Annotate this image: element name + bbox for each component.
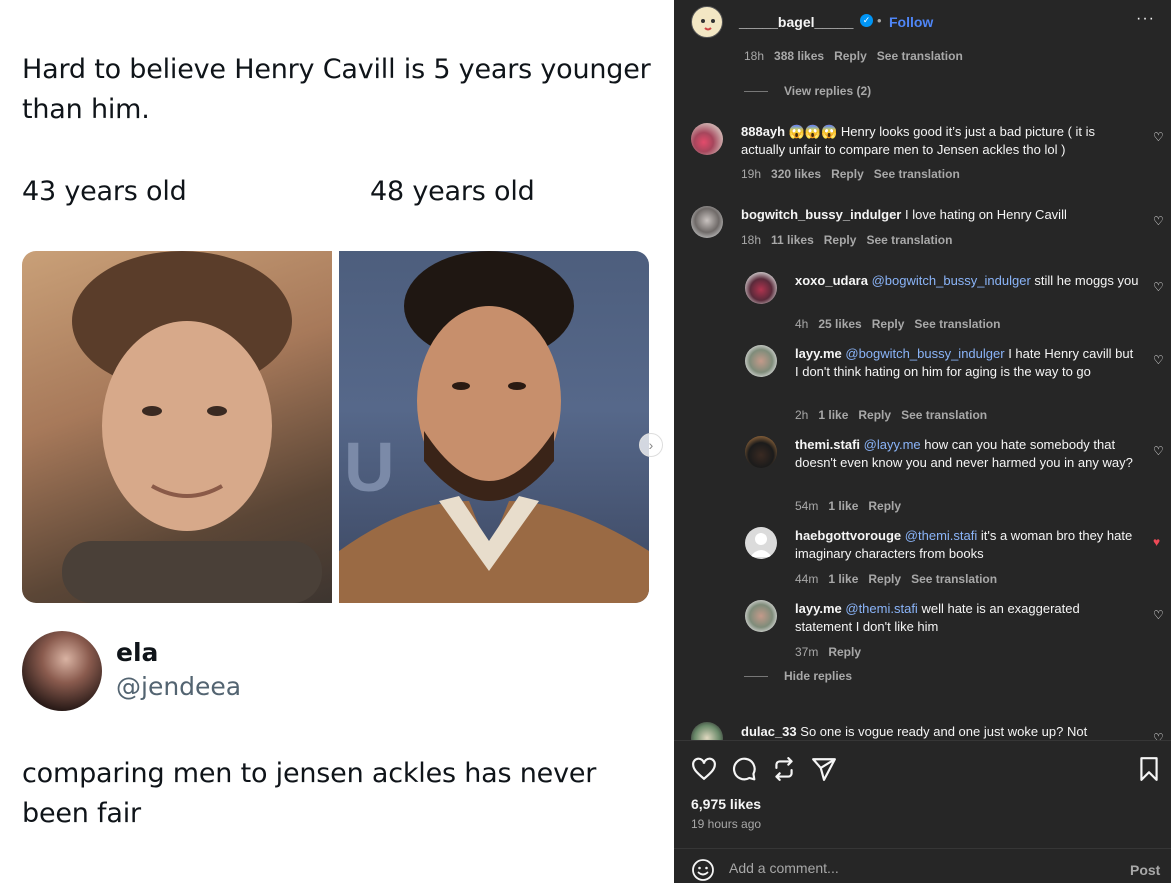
mention-link[interactable]: @bogwitch_bussy_indulger	[845, 346, 1004, 361]
default-avatar-icon	[750, 533, 772, 557]
comment-text: layy.me @bogwitch_bussy_indulger I hate …	[795, 346, 1134, 379]
reply-button[interactable]: Reply	[868, 572, 901, 586]
separator-dot: •	[877, 13, 882, 28]
comment-text: 888ayh 😱😱😱 Henry looks good it’s just a …	[741, 124, 1096, 157]
reply-button[interactable]: Reply	[824, 233, 857, 247]
post-button[interactable]: Post	[1130, 862, 1160, 878]
like-heart-icon[interactable]	[691, 756, 717, 782]
follow-button[interactable]: Follow	[889, 14, 933, 30]
comment-username[interactable]: layy.me	[795, 346, 842, 361]
avatar	[22, 631, 102, 711]
comment-username[interactable]: themi.stafi	[795, 437, 860, 452]
like-heart-icon[interactable]: ♡	[1153, 280, 1164, 294]
avatar[interactable]	[745, 345, 777, 377]
see-translation-button[interactable]: See translation	[901, 408, 987, 422]
see-translation-button[interactable]: See translation	[914, 317, 1000, 331]
reply-button[interactable]: Reply	[828, 645, 861, 659]
reply-button[interactable]: Reply	[831, 167, 864, 181]
comment-username[interactable]: dulac_33	[741, 724, 797, 739]
like-heart-icon[interactable]: ♡	[1153, 608, 1164, 622]
see-translation-button[interactable]: See translation	[911, 572, 997, 586]
verified-icon: ✓	[860, 14, 873, 27]
emoji-text: 😱😱😱	[788, 124, 838, 139]
age-label-left: 43 years old	[22, 176, 187, 207]
likes-count[interactable]: 6,975 likes	[691, 796, 761, 812]
reply-button[interactable]: Reply	[834, 49, 867, 63]
like-heart-icon[interactable]: ♡	[1153, 130, 1164, 144]
tweet-top-text: Hard to believe Henry Cavill is 5 years …	[22, 54, 651, 125]
comment-input[interactable]	[729, 857, 1109, 879]
age-label-right: 48 years old	[370, 176, 535, 207]
see-translation-button[interactable]: See translation	[877, 49, 963, 63]
comment-meta: 18h 388 likes Reply See translation	[744, 49, 963, 63]
like-heart-icon[interactable]: ♡	[1153, 731, 1164, 740]
mention-link[interactable]: @themi.stafi	[905, 528, 977, 543]
avatar[interactable]	[745, 600, 777, 632]
reply-name: ela	[116, 638, 159, 667]
comment-username[interactable]: bogwitch_bussy_indulger	[741, 207, 901, 222]
avatar[interactable]	[745, 272, 777, 304]
comment-text: themi.stafi @layy.me how can you hate so…	[795, 437, 1133, 470]
comment-text: bogwitch_bussy_indulger I love hating on…	[741, 207, 1067, 222]
comment-meta: 19h 320 likes Reply See translation	[741, 167, 960, 181]
comment-meta: 18h 11 likes Reply See translation	[741, 233, 953, 247]
comment-text: dulac_33 So one is vogue ready and one j…	[741, 724, 1088, 739]
comment-meta: 37m Reply	[795, 645, 862, 659]
share-icon[interactable]	[811, 756, 837, 782]
tweet-bottom-text: comparing men to jensen ackles has never…	[22, 758, 597, 829]
see-translation-button[interactable]: See translation	[874, 167, 960, 181]
reply-button[interactable]: Reply	[858, 408, 891, 422]
comment-meta: 4h 25 likes Reply See translation	[795, 317, 1001, 331]
photo-right: U	[339, 251, 649, 603]
avatar[interactable]	[745, 527, 777, 559]
comment-meta: 2h 1 like Reply See translation	[795, 408, 988, 422]
comment-text: xoxo_udara @bogwitch_bussy_indulger stil…	[795, 273, 1139, 288]
post-header: _____bagel_____ ✓ • Follow ···	[674, 0, 1171, 44]
comment-username[interactable]: 888ayh	[741, 124, 785, 139]
reply-button[interactable]: Reply	[868, 499, 901, 513]
reply-handle: @jendeea	[116, 672, 242, 701]
add-comment-bar: Post	[674, 848, 1171, 883]
header-username[interactable]: _____bagel_____	[739, 14, 853, 30]
more-options-icon[interactable]: ···	[1136, 10, 1155, 28]
avatar[interactable]	[745, 436, 777, 468]
mention-link[interactable]: @layy.me	[864, 437, 921, 452]
hide-replies-button[interactable]: Hide replies	[744, 669, 852, 683]
comment-username[interactable]: layy.me	[795, 601, 842, 616]
photo-left	[22, 251, 332, 603]
avatar[interactable]	[691, 206, 723, 238]
comment-meta: 44m 1 like Reply See translation	[795, 572, 998, 586]
avatar[interactable]	[691, 6, 723, 38]
view-replies-button[interactable]: View replies (2)	[744, 84, 871, 98]
liked-heart-icon[interactable]: ♥	[1153, 535, 1160, 549]
comment-username[interactable]: xoxo_udara	[795, 273, 868, 288]
repost-icon[interactable]	[771, 756, 797, 782]
avatar[interactable]	[691, 722, 723, 740]
svg-text:U: U	[344, 428, 395, 506]
comment-icon[interactable]	[731, 756, 757, 782]
avatar[interactable]	[691, 123, 723, 155]
emoji-icon[interactable]	[691, 858, 715, 882]
mention-link[interactable]: @themi.stafi	[845, 601, 917, 616]
like-heart-icon[interactable]: ♡	[1153, 353, 1164, 367]
see-translation-button[interactable]: See translation	[866, 233, 952, 247]
comment-text: layy.me @themi.stafi well hate is an exa…	[795, 601, 1080, 634]
post-actions: 6,975 likes 19 hours ago	[674, 740, 1171, 848]
post-timestamp: 19 hours ago	[691, 817, 762, 831]
post-image: Hard to believe Henry Cavill is 5 years …	[0, 0, 674, 883]
reply-button[interactable]: Reply	[872, 317, 905, 331]
comment-text: haebgottvorouge @themi.stafi it's a woma…	[795, 528, 1133, 561]
mention-link[interactable]: @bogwitch_bussy_indulger	[872, 273, 1031, 288]
save-bookmark-icon[interactable]	[1136, 756, 1162, 782]
carousel-next-button[interactable]: ›	[639, 433, 663, 457]
comment-list[interactable]: 18h 388 likes Reply See translation View re…	[674, 44, 1171, 740]
comment-panel: _____bagel_____ ✓ • Follow ··· 18h 388 li…	[674, 0, 1171, 883]
like-heart-icon[interactable]: ♡	[1153, 214, 1164, 228]
comment-username[interactable]: haebgottvorouge	[795, 528, 901, 543]
like-heart-icon[interactable]: ♡	[1153, 444, 1164, 458]
comment-meta: 54m 1 like Reply	[795, 499, 902, 513]
